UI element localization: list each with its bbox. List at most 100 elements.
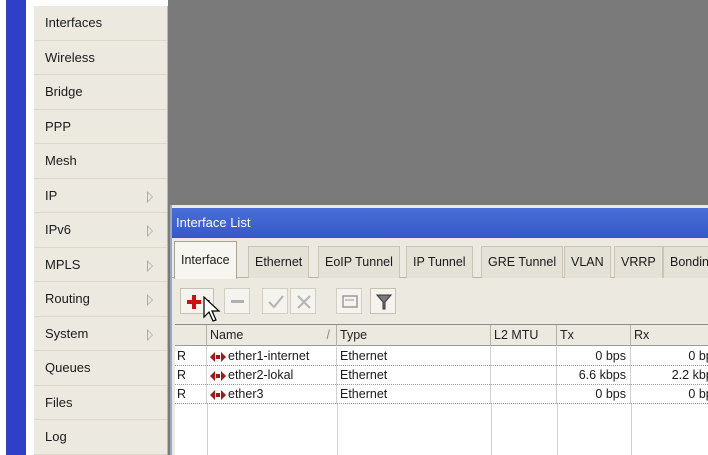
mouse-cursor-icon — [203, 296, 221, 322]
table-header: Name / Type L2 MTU Tx Rx — [175, 325, 708, 346]
table-row[interactable]: R ether2-lokal Ethernet 6.6 kbps 2.2 kbp… — [175, 366, 708, 385]
tab-ethernet[interactable]: Ethernet — [248, 246, 310, 278]
menu-item-label: Queues — [45, 360, 91, 375]
row-flag: R — [175, 385, 207, 404]
column-label: Tx — [560, 328, 574, 342]
menu-item-ip[interactable]: IP — [34, 179, 167, 213]
row-type: Ethernet — [337, 385, 491, 404]
tab-gre-tunnel[interactable]: GRE Tunnel — [481, 246, 564, 278]
menu-item-ipv6[interactable]: IPv6 — [34, 213, 167, 248]
row-rx: 2.2 kbps — [671, 368, 708, 382]
row-name: ether1-internet — [228, 349, 310, 363]
tab-vlan[interactable]: VLAN — [564, 246, 611, 278]
menu-item-system[interactable]: System — [34, 317, 167, 351]
menu-item-label: System — [45, 325, 89, 341]
column-divider — [337, 404, 338, 455]
menu-item-wireless[interactable]: Wireless — [34, 41, 167, 75]
menu-item-label: Files — [45, 394, 73, 410]
column-divider — [631, 404, 632, 455]
menu-item-interfaces[interactable]: Interfaces — [34, 6, 167, 41]
column-label: Rx — [634, 328, 650, 342]
tab-bar: Interface Ethernet EoIP Tunnel IP Tunnel… — [172, 238, 708, 279]
row-name: ether3 — [228, 387, 264, 401]
tab-label: Bonding — [670, 255, 708, 269]
comment-button[interactable] — [336, 288, 362, 314]
menu-item-label: Wireless — [45, 49, 95, 65]
menu-item-routing[interactable]: Routing — [34, 282, 167, 317]
row-name-cell: ether3 — [207, 385, 337, 404]
column-label: L2 MTU — [494, 328, 539, 342]
column-header-name[interactable]: Name / — [207, 325, 337, 346]
menu-item-mesh[interactable]: Mesh — [34, 144, 167, 179]
tab-label: IP Tunnel — [413, 255, 466, 269]
interface-list-window: Interface List Interface Ethernet EoIP T… — [170, 205, 708, 455]
table-row[interactable]: R ether1-internet Ethernet 0 bps 0 bps — [175, 347, 708, 366]
column-header-rx[interactable]: Rx — [631, 325, 708, 346]
tab-eoip-tunnel[interactable]: EoIP Tunnel — [318, 246, 400, 278]
enable-button[interactable] — [262, 288, 288, 314]
submenu-arrow-icon — [147, 225, 153, 237]
menu-item-ppp[interactable]: PPP — [34, 110, 167, 144]
window-title-bar[interactable]: Interface List — [172, 208, 708, 238]
row-name-cell: ether2-lokal — [207, 366, 337, 385]
tab-bonding[interactable]: Bonding — [663, 246, 708, 278]
remove-button[interactable] — [224, 288, 250, 314]
row-flag: R — [175, 366, 207, 385]
menu-item-label: IP — [45, 187, 58, 203]
main-menu: Interfaces Wireless Bridge PPP Mesh IP I… — [34, 6, 168, 455]
menu-item-label: Interfaces — [45, 15, 103, 30]
menu-item-label: Bridge — [45, 84, 83, 99]
toolbar — [172, 279, 708, 323]
row-tx: 0 bps — [557, 385, 631, 404]
table-row[interactable]: R ether3 Ethernet 0 bps 0 bps — [175, 385, 708, 404]
row-tx: 0 bps — [557, 347, 631, 366]
row-type: Ethernet — [337, 366, 491, 385]
sort-indicator-icon: / — [326, 328, 330, 342]
column-header-tx[interactable]: Tx — [557, 325, 631, 346]
menu-item-mpls[interactable]: MPLS — [34, 248, 167, 282]
filter-icon — [375, 294, 393, 310]
row-rx: 0 bps — [688, 387, 708, 401]
comment-icon — [342, 295, 358, 308]
window-title: Interface List — [176, 215, 251, 230]
menu-item-label: MPLS — [45, 256, 81, 272]
menu-item-queues[interactable]: Queues — [34, 351, 167, 386]
menu-item-bridge[interactable]: Bridge — [34, 75, 167, 110]
row-name-cell: ether1-internet — [207, 347, 337, 366]
column-divider — [207, 404, 208, 455]
column-divider — [557, 404, 558, 455]
column-header-l2mtu[interactable]: L2 MTU — [491, 325, 557, 346]
tab-label: Interface — [181, 253, 230, 267]
row-rx: 0 bps — [688, 349, 708, 363]
row-l2mtu — [491, 347, 557, 366]
filter-button[interactable] — [370, 288, 396, 314]
disable-icon — [297, 295, 311, 309]
column-label: Name — [210, 328, 244, 342]
column-header-type[interactable]: Type — [337, 325, 491, 346]
column-header-flags[interactable] — [175, 325, 207, 346]
disable-button[interactable] — [290, 288, 316, 314]
tab-label: VRRP — [621, 255, 656, 269]
tab-label: VLAN — [571, 255, 604, 269]
menu-item-log[interactable]: Log — [34, 420, 167, 455]
menu-item-label: IPv6 — [45, 222, 72, 237]
tab-label: Ethernet — [255, 255, 303, 269]
row-type: Ethernet — [337, 347, 491, 366]
remove-icon — [231, 300, 244, 303]
tab-interface[interactable]: Interface — [174, 241, 237, 279]
column-divider — [491, 404, 492, 455]
menu-item-label: Log — [45, 429, 67, 444]
enable-icon — [268, 295, 284, 309]
row-tx: 6.6 kbps — [557, 366, 631, 385]
tab-label: EoIP Tunnel — [325, 255, 393, 269]
menu-item-label: Routing — [45, 291, 90, 306]
tab-label: GRE Tunnel — [488, 255, 557, 269]
menu-item-files[interactable]: Files — [34, 386, 167, 420]
submenu-arrow-icon — [147, 259, 153, 272]
interface-icon — [210, 370, 226, 381]
row-name: ether2-lokal — [228, 368, 294, 382]
menu-item-label: PPP — [45, 118, 72, 134]
tab-ip-tunnel[interactable]: IP Tunnel — [406, 246, 473, 278]
interface-table: Name / Type L2 MTU Tx Rx R ether1-interne… — [175, 324, 708, 455]
tab-vrrp[interactable]: VRRP — [614, 246, 663, 278]
